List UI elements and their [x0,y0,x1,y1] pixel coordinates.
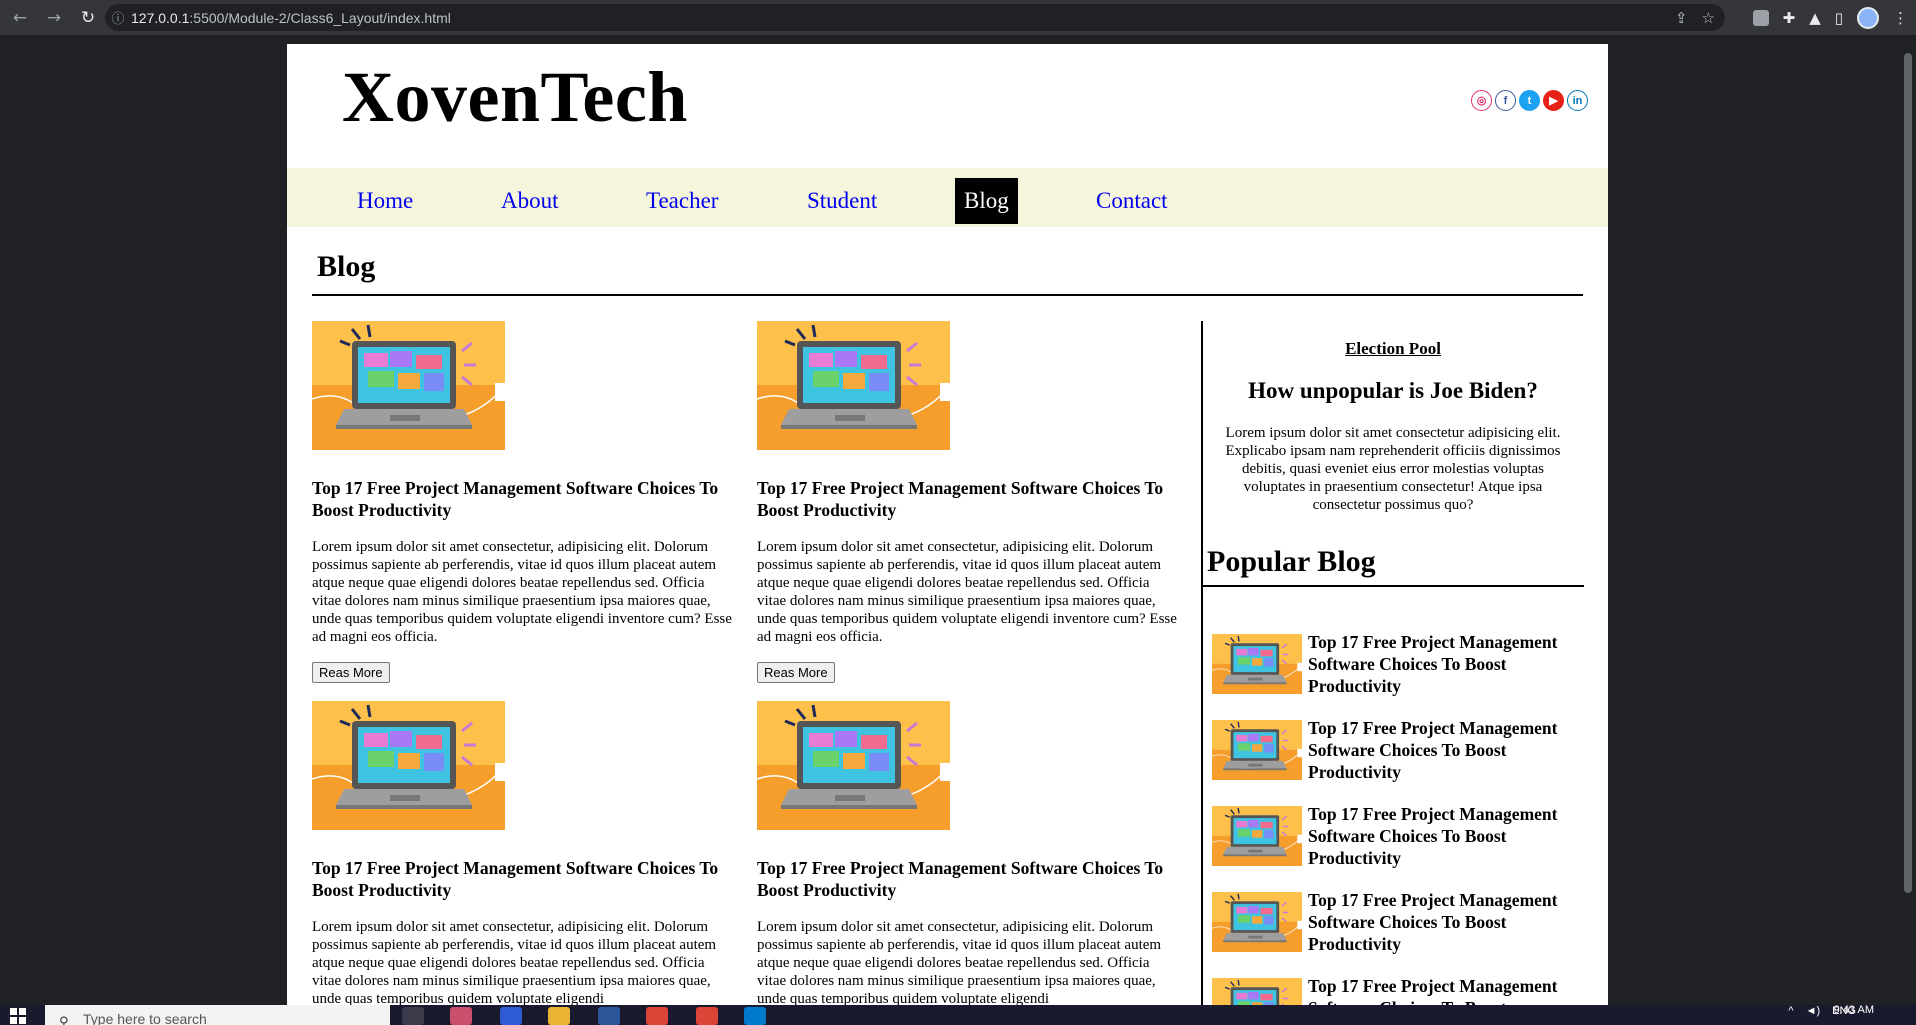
title-divider [312,294,1583,296]
instagram-icon[interactable]: ◎ [1471,90,1492,111]
read-more-button[interactable]: Reas More [757,662,835,683]
page-scrollbar[interactable] [1900,35,1916,1005]
nav-teacher[interactable]: Teacher [637,178,727,224]
vscode-icon[interactable] [744,1007,766,1025]
blog-card: Top 17 Free Project Management Software … [755,699,1182,1005]
pin-icon[interactable]: ▲ [1809,9,1821,27]
site-header: XovenTech ◎ f t ▶ in [287,44,1608,160]
url-path: :5500/Module-2/Class6_Layout/index.html [189,9,451,26]
popular-divider [1202,585,1584,587]
popular-blog-heading: Popular Blog [1207,545,1376,578]
blog-card: Top 17 Free Project Management Software … [310,699,737,1005]
tray-chevron-icon[interactable]: ^ [1788,1005,1793,1017]
scrollbar-thumb[interactable] [1904,53,1912,893]
poll-question: How unpopular is Joe Biden? [1248,378,1538,403]
youtube-icon[interactable]: ▶ [1543,90,1564,111]
url-host: 127.0.0.1 [131,9,190,26]
profile-avatar[interactable] [1857,6,1879,29]
taskbar-search-placeholder: Type here to search [83,1011,207,1025]
address-bar[interactable]: ⓘ 127.0.0.1:5500/Module-2/Class6_Layout/… [105,4,1725,31]
chrome-icon[interactable] [646,1007,668,1025]
card-text: Lorem ipsum dolor sit amet consectetur, … [312,919,717,1005]
nav-contact[interactable]: Contact [1087,178,1177,224]
volume-icon[interactable]: ◄) [1806,1005,1821,1017]
card-title[interactable]: Top 17 Free Project Management Software … [312,857,737,901]
blog-card: Top 17 Free Project Management Software … [310,319,737,683]
search-icon: ⚲ [59,1015,69,1025]
main-nav: Home About Teacher Student Blog Contact [287,168,1608,227]
site-info-icon[interactable]: ⓘ [105,8,131,27]
popular-item-title[interactable]: Top 17 Free Project Management Software … [1308,975,1568,1005]
chrome-icon[interactable] [696,1007,718,1025]
popular-item-title[interactable]: Top 17 Free Project Management Software … [1308,803,1568,869]
poll-label[interactable]: Election Pool [1202,339,1584,359]
extensions-puzzle-icon[interactable]: ✚ [1783,9,1796,27]
laptop-thumbnail[interactable] [755,319,952,452]
nav-blog[interactable]: Blog [955,178,1018,224]
app-icon[interactable] [450,1007,472,1025]
blog-card: Top 17 Free Project Management Software … [755,319,1182,683]
site-logo[interactable]: XovenTech [342,56,688,139]
sidebar: Election Pool How unpopular is Joe Biden… [1202,321,1584,587]
laptop-thumbnail[interactable] [755,699,952,832]
social-links: ◎ f t ▶ in [1471,90,1588,111]
popular-item[interactable]: Top 17 Free Project Management Software … [1212,975,1568,1005]
poll-text: Lorem ipsum dolor sit amet consectetur a… [1225,425,1561,513]
popular-item[interactable]: Top 17 Free Project Management Software … [1212,889,1568,955]
popular-item[interactable]: Top 17 Free Project Management Software … [1212,717,1568,783]
read-more-button[interactable]: Reas More [312,662,390,683]
popular-item-title[interactable]: Top 17 Free Project Management Software … [1308,631,1568,697]
share-icon[interactable]: ⇪ [1675,9,1688,27]
os-taskbar: ⚲ Type here to search ^ ◄) ENG 9:43 AM [0,1005,1916,1025]
laptop-thumbnail [1212,892,1302,952]
page-title: Blog [317,250,376,283]
taskbar-clock[interactable]: 9:43 AM [1834,1005,1874,1016]
twitter-icon[interactable]: t [1519,90,1540,111]
word-icon[interactable] [598,1007,620,1025]
card-text: Lorem ipsum dolor sit amet consectetur, … [312,539,732,645]
reload-icon[interactable]: ↻ [74,4,102,32]
popular-item[interactable]: Top 17 Free Project Management Software … [1212,631,1568,697]
windows-start-icon[interactable] [10,1008,26,1024]
forward-icon[interactable]: → [40,4,68,32]
laptop-thumbnail [1212,978,1302,1005]
taskbar-search[interactable]: ⚲ Type here to search [45,1005,390,1025]
file-explorer-icon[interactable] [548,1007,570,1025]
extension-icon[interactable] [1752,9,1769,26]
task-view-icon[interactable] [402,1007,424,1025]
popular-item[interactable]: Top 17 Free Project Management Software … [1212,803,1568,869]
nav-about[interactable]: About [492,178,568,224]
popular-item-title[interactable]: Top 17 Free Project Management Software … [1308,889,1568,955]
popular-item-title[interactable]: Top 17 Free Project Management Software … [1308,717,1568,783]
nav-student[interactable]: Student [798,178,886,224]
laptop-thumbnail [1212,806,1302,866]
back-icon[interactable]: ← [6,4,34,32]
app-icon[interactable] [500,1007,522,1025]
webpage: XovenTech ◎ f t ▶ in Home About Teacher … [287,44,1608,1005]
laptop-thumbnail [1212,720,1302,780]
card-title[interactable]: Top 17 Free Project Management Software … [757,857,1182,901]
card-title[interactable]: Top 17 Free Project Management Software … [312,477,737,521]
linkedin-icon[interactable]: in [1567,90,1588,111]
card-title[interactable]: Top 17 Free Project Management Software … [757,477,1182,521]
nav-home[interactable]: Home [348,178,422,224]
side-panel-icon[interactable]: ▯ [1835,9,1843,27]
menu-kebab-icon[interactable]: ⋮ [1893,9,1908,27]
browser-toolbar: ← → ↻ ⓘ 127.0.0.1:5500/Module-2/Class6_L… [0,0,1916,35]
laptop-thumbnail [1212,634,1302,694]
card-text: Lorem ipsum dolor sit amet consectetur, … [757,919,1162,1005]
facebook-icon[interactable]: f [1495,90,1516,111]
laptop-thumbnail[interactable] [310,699,507,832]
bookmark-star-icon[interactable]: ☆ [1702,9,1715,27]
card-text: Lorem ipsum dolor sit amet consectetur, … [757,539,1177,645]
laptop-thumbnail[interactable] [310,319,507,452]
